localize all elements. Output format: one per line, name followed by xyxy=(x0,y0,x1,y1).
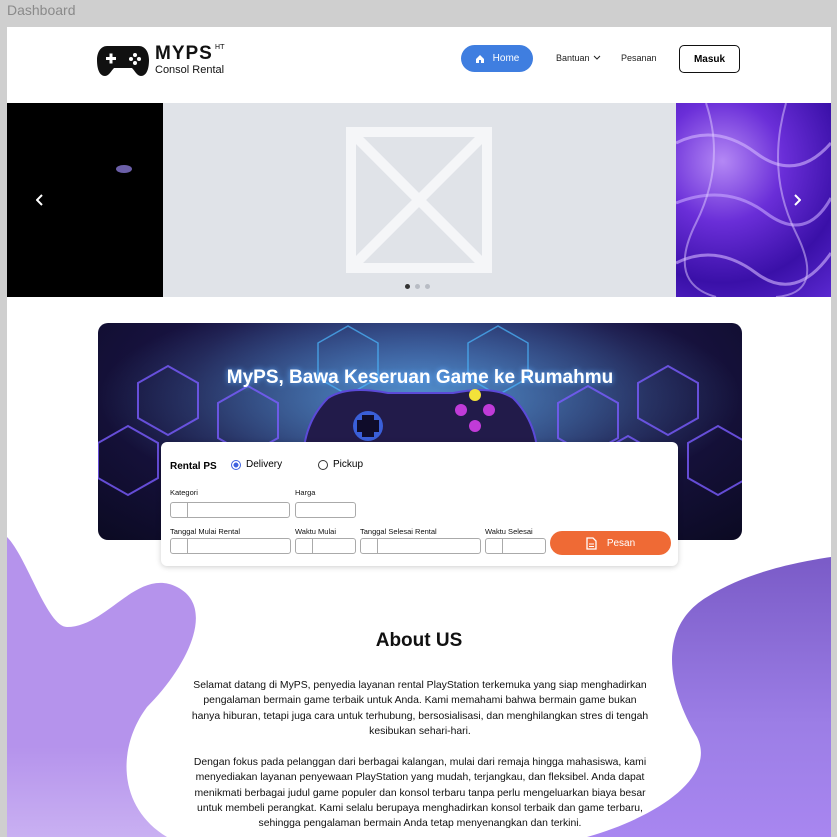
nav-bantuan-label: Bantuan xyxy=(556,53,590,63)
delivery-radio-label: Delivery xyxy=(246,459,283,470)
pickup-radio-label: Pickup xyxy=(333,459,364,470)
logo-superscript: HT xyxy=(214,43,225,51)
about-line: hanya hiburan, tetapi juga cara untuk te… xyxy=(191,710,649,722)
image-carousel xyxy=(7,103,831,297)
pickup-radio[interactable]: Pickup xyxy=(318,459,363,470)
logo[interactable]: MYPS HT Consol Rental xyxy=(97,42,224,78)
radio-selected-icon xyxy=(231,459,241,470)
about-line: untuk membeli perangkat. Kami selalu ber… xyxy=(197,802,643,814)
chevron-right-icon xyxy=(794,194,801,206)
carousel-dot[interactable] xyxy=(415,284,420,289)
about-line: pengalaman bermain game terbaik untuk An… xyxy=(203,695,637,707)
image-placeholder-icon xyxy=(346,127,492,273)
dashboard-page: MYPS HT Consol Rental Home Bantuan Pesana… xyxy=(7,27,831,837)
login-button[interactable]: Masuk xyxy=(679,45,740,73)
kategori-label: Kategori xyxy=(170,488,198,497)
about-title: About US xyxy=(375,630,463,651)
nav-bantuan-dropdown[interactable]: Bantuan xyxy=(556,53,601,63)
about-paragraph-2: Dengan fokus pada pelanggan dari berbaga… xyxy=(159,755,681,831)
about-line: kesibukan sehari-hari. xyxy=(369,725,471,737)
carousel-slide-next xyxy=(675,103,831,297)
carousel-next-button[interactable] xyxy=(788,191,806,209)
harga-field xyxy=(295,502,356,518)
window-title: Dashboard xyxy=(7,2,76,18)
logo-name: MYPS xyxy=(155,43,213,64)
nav-home-label: Home xyxy=(492,53,520,64)
about-line: sehingga pengalaman bermain Anda tetap m… xyxy=(258,818,582,830)
carousel-prev-button[interactable] xyxy=(31,191,49,209)
delivery-radio[interactable]: Delivery xyxy=(231,459,282,470)
form-title: Rental PS xyxy=(170,461,217,472)
nav-pesanan-link[interactable]: Pesanan xyxy=(621,53,657,63)
kategori-select[interactable] xyxy=(170,502,290,518)
about-line: Selamat datang di MyPS, penyedia layanan… xyxy=(193,680,647,691)
logo-subtitle: Consol Rental xyxy=(155,64,225,76)
home-icon xyxy=(475,54,484,63)
about-paragraph-1: Selamat datang di MyPS, penyedia layanan… xyxy=(159,678,681,739)
radio-unselected-icon xyxy=(318,459,328,470)
carousel-indicators xyxy=(405,284,430,289)
hero-title: MyPS, Bawa Keseruan Game ke Rumahmu xyxy=(226,367,614,388)
slide-image xyxy=(675,103,831,297)
chevron-left-icon xyxy=(36,194,43,206)
chevron-down-icon xyxy=(593,55,601,60)
gamepad-logo-icon xyxy=(97,46,149,76)
carousel-dot[interactable] xyxy=(405,284,410,289)
about-line: Dengan fokus pada pelanggan dari berbaga… xyxy=(193,757,647,768)
nav-home-button[interactable]: Home xyxy=(461,45,533,72)
harga-label: Harga xyxy=(295,488,316,497)
carousel-dot[interactable] xyxy=(425,284,430,289)
about-line: menikmati berbagai judul game populer da… xyxy=(194,787,646,799)
about-line: menyediakan layanan penyewaan PlayStatio… xyxy=(195,772,645,784)
